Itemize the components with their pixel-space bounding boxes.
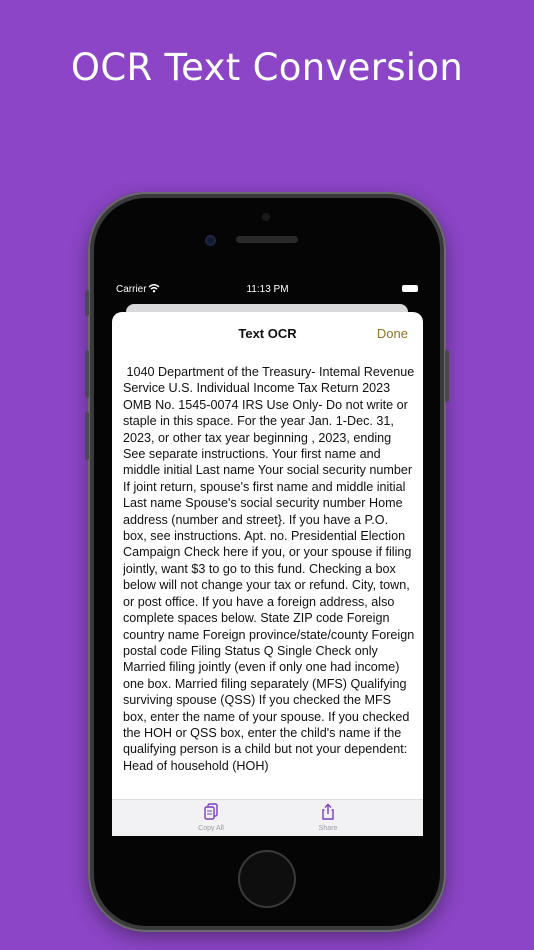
volume-up-button [85,350,89,398]
mute-switch [85,290,89,316]
ocr-text-view[interactable]: 1040 Department of the Treasury- Intemal… [123,364,415,798]
bottom-toolbar: Copy All Share [112,799,423,836]
share-icon [293,803,363,823]
headline: OCR Text Conversion [70,46,464,89]
volume-down-button [85,412,89,460]
share-label: Share [318,825,338,832]
power-button [445,350,449,402]
front-camera-icon [205,235,216,246]
status-bar: Carrier 11:13 PM [112,282,423,298]
copy-icon [176,803,246,823]
clock: 11:13 PM [246,284,289,295]
ocr-sheet: Text OCR Done 1040 Department of the Tre… [112,312,423,836]
done-button[interactable]: Done [377,326,408,341]
share-button[interactable]: Share [293,803,363,832]
copy-all-button[interactable]: Copy All [176,803,246,832]
battery-icon [402,285,418,292]
home-button[interactable] [238,850,296,908]
earpiece-speaker [236,236,298,243]
sensor-dot [262,213,270,221]
copy-all-label: Copy All [198,825,224,832]
